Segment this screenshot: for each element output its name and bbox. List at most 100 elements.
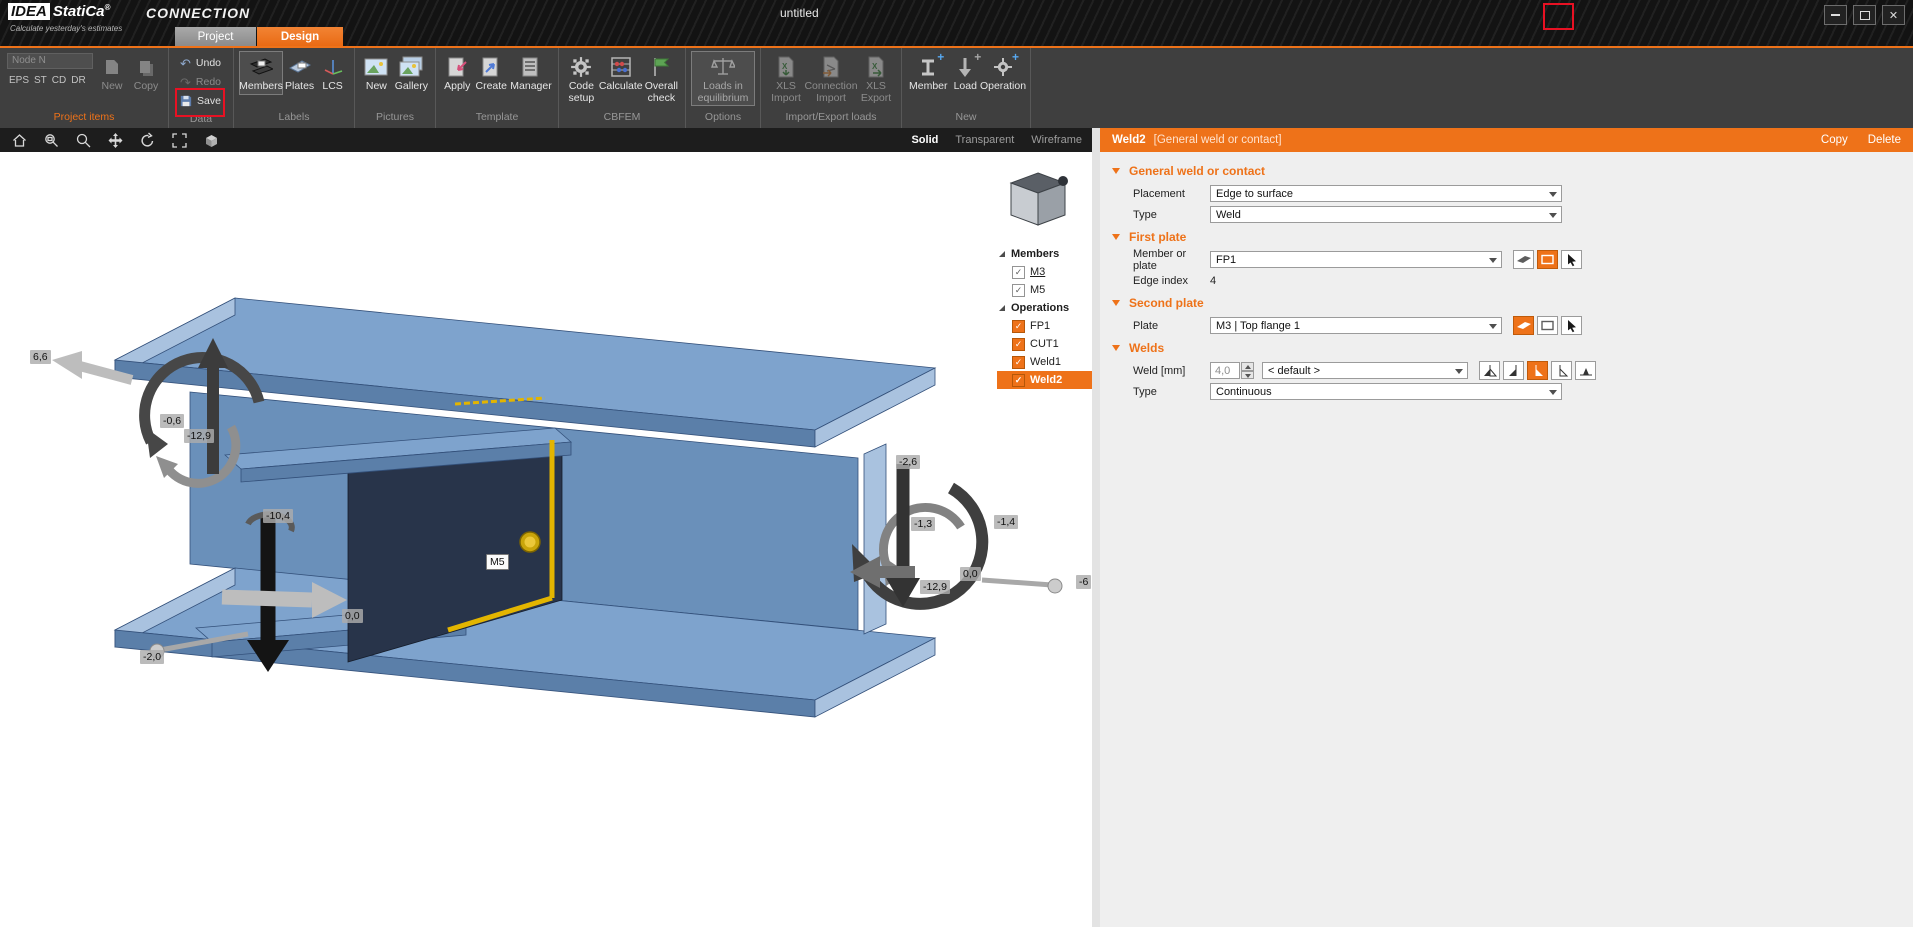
first-plate-preview-button[interactable] <box>1513 250 1534 269</box>
tree-item-weld1-label[interactable]: Weld1 <box>1030 356 1061 368</box>
st-button[interactable]: ST <box>34 75 47 86</box>
labels-lcs-toggle[interactable]: LCS <box>316 51 349 95</box>
checkbox-cut1[interactable]: ✓ <box>1012 338 1025 351</box>
tree-item-m3-label[interactable]: M3 <box>1030 266 1045 278</box>
section-first-plate[interactable]: First plate <box>1100 226 1913 248</box>
node-field[interactable]: Node N <box>7 53 93 69</box>
stepper-down-button[interactable] <box>1241 371 1254 380</box>
clipping-plane-button[interactable] <box>202 131 221 150</box>
checkbox-weld1[interactable]: ✓ <box>1012 356 1025 369</box>
tree-item-weld2-label[interactable]: Weld2 <box>1030 374 1062 386</box>
weld-preset-select[interactable]: < default > <box>1262 362 1468 379</box>
pan-button[interactable] <box>106 131 125 150</box>
ribbon-group-labels: Members Plates LCS Labels <box>234 48 355 128</box>
maximize-button[interactable] <box>1853 5 1876 25</box>
bolt[interactable] <box>520 532 540 552</box>
mode-transparent[interactable]: Transparent <box>955 134 1014 146</box>
calculate-button[interactable]: Calculate <box>599 51 643 95</box>
mode-wireframe[interactable]: Wireframe <box>1031 134 1082 146</box>
checkbox-fp1[interactable]: ✓ <box>1012 320 1025 333</box>
tree-group-operations[interactable]: Operations <box>997 299 1092 317</box>
placement-select[interactable]: Edge to surface <box>1210 185 1562 202</box>
second-plate-preview-button[interactable] <box>1537 316 1558 335</box>
second-plate-pick-button[interactable] <box>1561 316 1582 335</box>
xls-export-button[interactable]: X XLS Export <box>856 51 896 106</box>
tree-group-members[interactable]: Members <box>997 245 1092 263</box>
labels-plates-toggle[interactable]: Plates <box>283 51 316 95</box>
section-general-weld[interactable]: General weld or contact <box>1100 160 1913 182</box>
load-label: 0,0 <box>342 609 363 623</box>
zoom-button[interactable] <box>74 131 93 150</box>
tree-item-weld2[interactable]: ✓ Weld2 <box>997 371 1092 389</box>
eps-button[interactable]: EPS <box>9 75 29 86</box>
tree-item-m5[interactable]: ✓ M5 <box>997 281 1092 299</box>
tab-project[interactable]: Project <box>175 27 256 46</box>
dr-button[interactable]: DR <box>71 75 85 86</box>
tab-design[interactable]: Design <box>257 27 343 46</box>
section-second-plate[interactable]: Second plate <box>1100 292 1913 314</box>
first-plate-pick-button[interactable] <box>1561 250 1582 269</box>
checkbox-m5[interactable]: ✓ <box>1012 284 1025 297</box>
picture-new-button[interactable]: New <box>360 51 393 95</box>
zoom-window-button[interactable] <box>42 131 61 150</box>
xls-import-button[interactable]: X XLS Import <box>766 51 806 106</box>
rotate-view-button[interactable] <box>138 131 157 150</box>
home-view-button[interactable] <box>10 131 29 150</box>
close-button[interactable]: ✕ <box>1882 5 1905 25</box>
viewport-3d[interactable]: 6,6 -0,6 -12,9 -10,4 -2,0 0,0 M5 -2,6 -1… <box>0 152 1092 927</box>
code-setup-button[interactable]: Code setup <box>564 51 599 106</box>
new-operation-button[interactable]: + Operation <box>981 51 1025 95</box>
checkbox-m3[interactable]: ✓ <box>1012 266 1025 279</box>
ribbon-group-new: + Member + Load + Operation <box>902 48 1031 128</box>
stepper-up-button[interactable] <box>1241 362 1254 371</box>
navigation-cube[interactable] <box>1002 166 1074 243</box>
weld-fillet-left-button[interactable] <box>1503 361 1524 380</box>
tree-item-weld1[interactable]: ✓ Weld1 <box>997 353 1092 371</box>
delete-operation-button[interactable]: Delete <box>1868 134 1901 146</box>
mode-solid[interactable]: Solid <box>911 134 938 146</box>
connection-model-scene[interactable] <box>0 152 1092 927</box>
second-plate-select[interactable]: M3 | Top flange 1 <box>1210 317 1502 334</box>
checkbox-weld2[interactable]: ✓ <box>1012 374 1025 387</box>
template-apply-button[interactable]: Apply <box>441 51 473 95</box>
first-plate-highlight-button[interactable] <box>1537 250 1558 269</box>
cd-button[interactable]: CD <box>52 75 66 86</box>
weld-contact-type-select[interactable]: Weld <box>1210 206 1562 223</box>
weld-size-input[interactable]: 4,0 <box>1210 362 1240 379</box>
copy-item-button[interactable]: Copy <box>129 51 163 95</box>
connection-import-button[interactable]: Connection Import <box>806 51 856 106</box>
tree-item-fp1-label[interactable]: FP1 <box>1030 320 1050 332</box>
section-welds[interactable]: Welds <box>1100 337 1913 359</box>
copy-operation-button[interactable]: Copy <box>1821 134 1848 146</box>
loads-in-equilibrium-label: Loads in equilibrium <box>693 81 753 104</box>
tree-group-operations-label: Operations <box>1011 302 1069 314</box>
expander-icon[interactable] <box>999 305 1005 311</box>
weld-fillet-outline-button[interactable] <box>1551 361 1572 380</box>
expander-icon[interactable] <box>999 251 1005 257</box>
template-create-button[interactable]: Create <box>473 51 509 95</box>
chevron-down-icon <box>1489 324 1497 329</box>
tree-item-m5-label[interactable]: M5 <box>1030 284 1045 296</box>
tree-item-m3[interactable]: ✓ M3 <box>997 263 1092 281</box>
new-item-button[interactable]: New <box>95 51 129 95</box>
zoom-extents-button[interactable] <box>170 131 189 150</box>
tree-item-cut1-label[interactable]: CUT1 <box>1030 338 1059 350</box>
loads-in-equilibrium-toggle[interactable]: Loads in equilibrium <box>691 51 755 106</box>
weld-fillet-right-button[interactable] <box>1527 361 1548 380</box>
second-plate-highlight-button[interactable] <box>1513 316 1534 335</box>
weld-continuity-select[interactable]: Continuous <box>1210 383 1562 400</box>
first-plate-select[interactable]: FP1 <box>1210 251 1502 268</box>
tree-item-fp1[interactable]: ✓ FP1 <box>997 317 1092 335</box>
picture-gallery-button[interactable]: Gallery <box>393 51 430 95</box>
minimize-button[interactable] <box>1824 5 1847 25</box>
weld-double-fillet-button[interactable] <box>1479 361 1500 380</box>
weld-butt-button[interactable] <box>1575 361 1596 380</box>
tree-item-cut1[interactable]: ✓ CUT1 <box>997 335 1092 353</box>
labels-members-toggle[interactable]: Members <box>239 51 283 95</box>
new-member-button[interactable]: + Member <box>907 51 950 95</box>
undo-button[interactable]: ↶ Undo <box>176 54 225 72</box>
ribbon-group-cbfem: Code setup Calculate Overall check CBFEM <box>559 48 686 128</box>
overall-check-button[interactable]: Overall check <box>643 51 680 106</box>
template-manager-button[interactable]: Manager <box>509 51 553 95</box>
new-load-button[interactable]: + Load <box>950 51 981 95</box>
